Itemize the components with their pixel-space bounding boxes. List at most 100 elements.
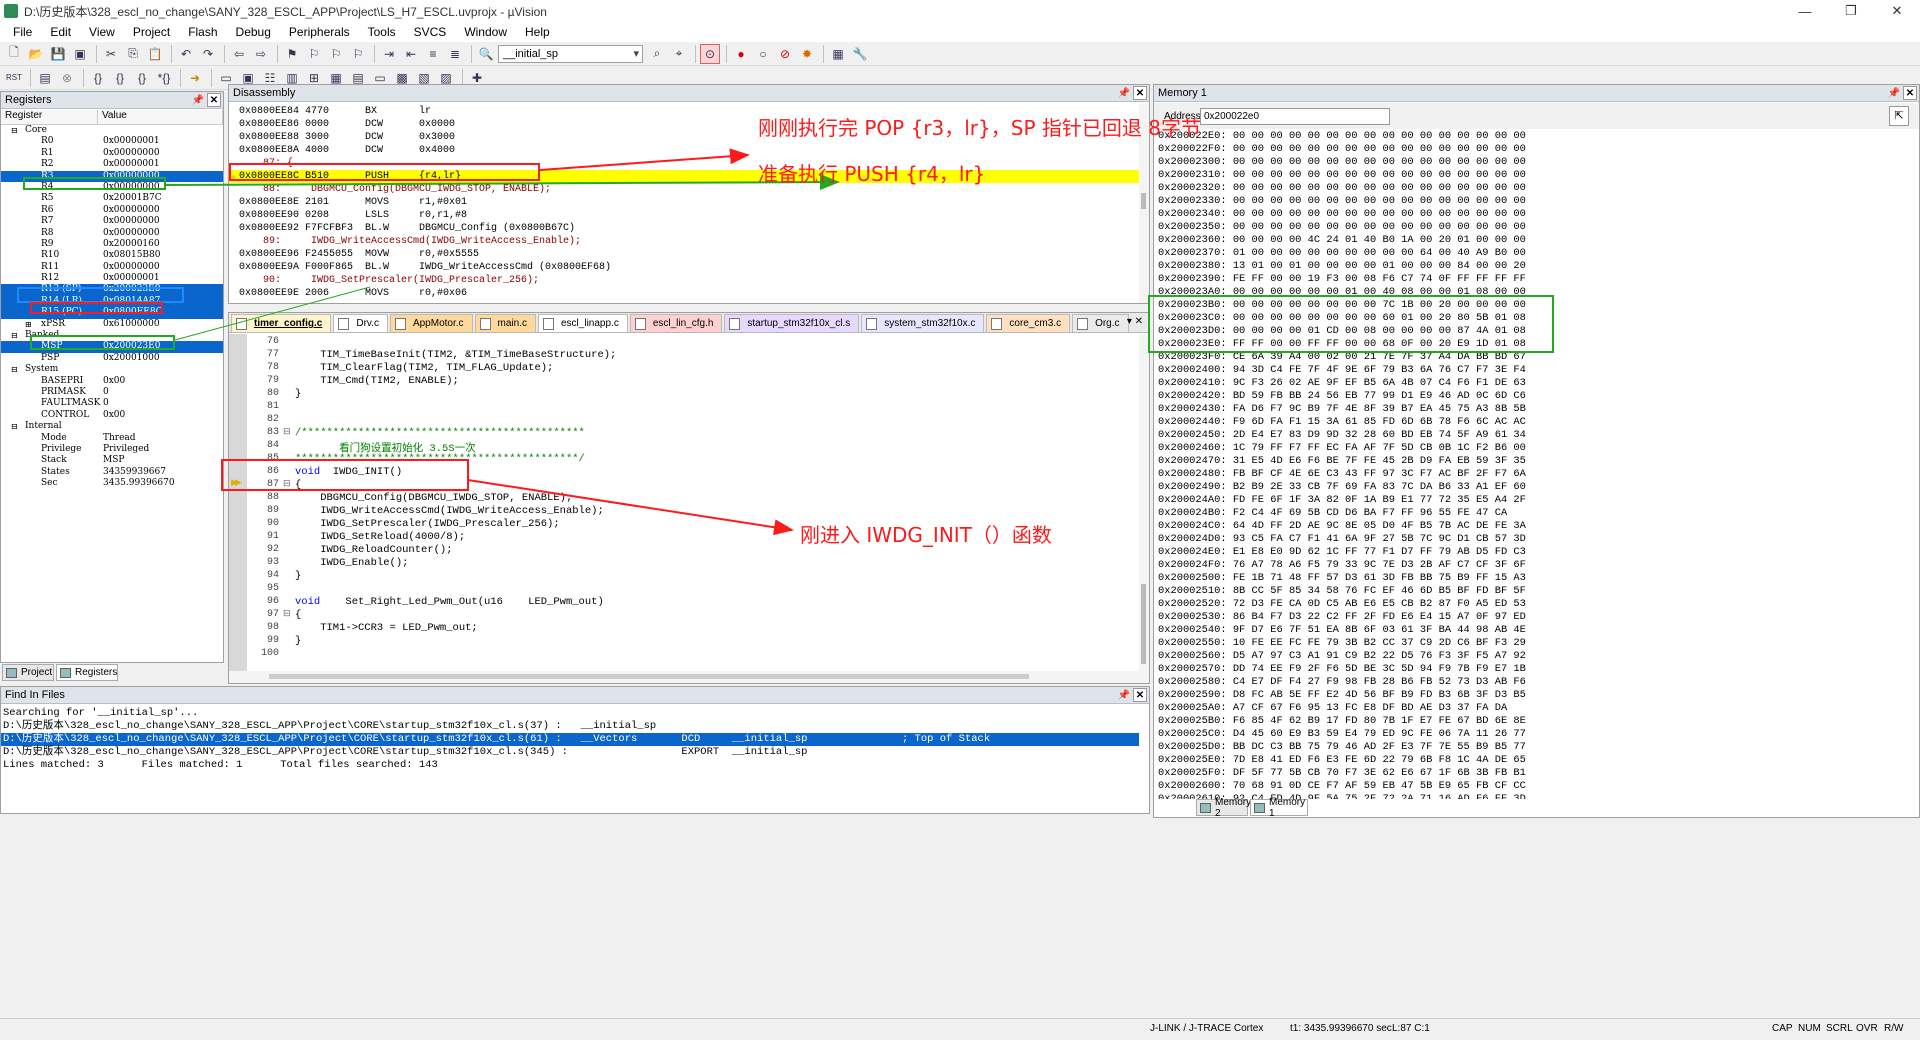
register-value[interactable]: 0x00000001 (103, 159, 160, 170)
register-value[interactable]: 0x20000160 (103, 239, 160, 250)
code-line[interactable]: } (295, 635, 301, 647)
menu-project[interactable]: Project (124, 25, 179, 39)
memory-row[interactable]: 0x20002330: 00 00 00 00 00 00 00 00 00 0… (1158, 195, 1526, 208)
disassembly-line[interactable]: 0x0800EE96 F2455055 MOVW r0,#0x5555 (239, 248, 479, 261)
memory-row[interactable]: 0x20002420: BD 59 FB BB 24 56 EB 77 99 D… (1158, 390, 1526, 403)
memory-row[interactable]: 0x20002340: 00 00 00 00 00 00 00 00 00 0… (1158, 208, 1526, 221)
register-value[interactable]: 0x00000001 (103, 136, 160, 147)
memory-row[interactable]: 0x20002310: 00 00 00 00 00 00 00 00 00 0… (1158, 169, 1526, 182)
register-row[interactable]: R1 0x00000000 (1, 148, 223, 159)
register-group-internal[interactable]: ⊟ Internal (1, 421, 223, 432)
register-row[interactable]: R11 0x00000000 (1, 262, 223, 273)
disassembly-line[interactable]: 0x0800EE8A 4000 DCW 0x4000 (239, 144, 455, 157)
menu-peripherals[interactable]: Peripherals (280, 25, 359, 39)
memory-row[interactable]: 0x200025A0: A7 CF 67 F6 95 13 FC E8 DF B… (1158, 702, 1507, 715)
fold-icon[interactable]: ⊟ (283, 426, 291, 437)
code-line[interactable]: } (295, 388, 301, 400)
find-close-icon[interactable]: ✕ (1133, 688, 1147, 702)
register-value[interactable]: 34359939667 (103, 467, 166, 478)
run-to-cursor-icon[interactable]: *{} (154, 68, 174, 88)
code-line[interactable]: TIM_TimeBaseInit(TIM2, &TIM_TimeBaseStru… (295, 349, 616, 361)
editor-tab[interactable]: Org.c (1072, 314, 1129, 332)
menu-help[interactable]: Help (516, 25, 559, 39)
bookmark-next-icon[interactable]: ⚐ (326, 44, 346, 64)
memory-row[interactable]: 0x20002360: 00 00 00 00 4C 24 01 40 B0 1… (1158, 234, 1526, 247)
memory-row[interactable]: 0x20002430: FA D6 F7 9C B9 7F 4E 8F 39 B… (1158, 403, 1526, 416)
menu-flash[interactable]: Flash (179, 25, 226, 39)
new-file-icon[interactable]: 🗋 (4, 44, 24, 64)
bookmark-icon[interactable]: ⚑ (282, 44, 302, 64)
expand-icon[interactable]: ⊟ (11, 421, 18, 432)
editor-tab[interactable]: core_cm3.c (986, 314, 1071, 332)
disassembly-line[interactable]: 0x0800EE90 0208 LSLS r0,r1,#8 (239, 209, 467, 222)
code-line[interactable]: IWDG_SetReload(4000/8); (295, 531, 465, 543)
code-line[interactable]: IWDG_ReloadCounter(); (295, 544, 452, 556)
undo-icon[interactable]: ↶ (176, 44, 196, 64)
memory-row[interactable]: 0x200025B0: F6 85 4F 62 B9 17 FD 80 7B 1… (1158, 715, 1526, 728)
register-row[interactable]: PRIMASK 0 (1, 387, 223, 398)
fold-icon[interactable]: ⊟ (283, 608, 291, 619)
register-row[interactable]: Privilege Privileged (1, 444, 223, 455)
code-line[interactable]: IWDG_WriteAccessCmd(IWDG_WriteAccess_Ena… (295, 505, 604, 517)
find-result-line[interactable]: Searching for '__initial_sp'... (3, 707, 198, 720)
disassembly-line[interactable]: 88: DBGMCU_Config(DBGMCU_IWDG_STOP, ENAB… (239, 183, 551, 196)
register-value[interactable]: 0x00000000 (103, 148, 160, 159)
register-row[interactable]: FAULTMASK 0 (1, 398, 223, 409)
register-value[interactable]: MSP (103, 455, 124, 466)
copy-icon[interactable]: ⎘ (123, 44, 143, 64)
memory-row[interactable]: 0x20002460: 1C 79 FF F7 FF EC FA AF 7F 5… (1158, 442, 1526, 455)
uncomment-icon[interactable]: ≣ (445, 44, 465, 64)
memory-row[interactable]: 0x200024D0: 93 C5 FA C7 F1 41 6A 9F 27 5… (1158, 533, 1526, 546)
find-result-line[interactable]: D:\历史版本\328_escl_no_change\SANY_328_ESCL… (3, 746, 807, 759)
address-input[interactable]: 0x200022e0 (1200, 108, 1390, 125)
nav-forward-icon[interactable]: ⇨ (251, 44, 271, 64)
editor-tab[interactable]: timer_config.c (231, 314, 332, 332)
editor-vertical-scrollbar[interactable] (1139, 334, 1149, 671)
paste-icon[interactable]: 📋 (145, 44, 165, 64)
breakpoint-icon[interactable]: ● (731, 44, 751, 64)
menu-window[interactable]: Window (455, 25, 516, 39)
register-row[interactable]: R12 0x00000001 (1, 273, 223, 284)
memory-row[interactable]: 0x200024E0: E1 E8 E0 9D 62 1C FF 77 F1 D… (1158, 546, 1526, 559)
register-row[interactable]: R10 0x08015B80 (1, 250, 223, 261)
memory-row[interactable]: 0x20002560: D5 A7 97 C3 A1 91 C9 B2 22 D… (1158, 650, 1526, 663)
memory-row[interactable]: 0x20002410: 9C F3 26 02 AE 9F EF B5 6A 4… (1158, 377, 1526, 390)
debug-session-icon[interactable]: ⊙ (700, 43, 720, 64)
disassembly-line[interactable]: 0x0800EE8E 2101 MOVS r1,#0x01 (239, 196, 467, 209)
register-group-system[interactable]: ⊟ System (1, 364, 223, 375)
memory-dump[interactable]: 0x200022E0: 00 00 00 00 00 00 00 00 00 0… (1154, 129, 1919, 799)
register-value[interactable]: 0x00000000 (103, 216, 160, 227)
code-line[interactable]: { (295, 609, 301, 621)
code-line[interactable]: void Set_Right_Led_Pwm_Out(u16 LED_Pwm_o… (295, 596, 604, 608)
find-pin-icon[interactable]: 📌 (1117, 688, 1131, 702)
memory-close-icon[interactable]: ✕ (1903, 86, 1917, 100)
register-group-core[interactable]: ⊟ Core (1, 125, 223, 136)
register-value[interactable]: 0 (103, 398, 109, 409)
register-value[interactable]: 0x00000000 (103, 262, 160, 273)
step-over-icon[interactable]: {} (110, 68, 130, 88)
memory-pin-icon[interactable]: 📌 (1887, 86, 1901, 100)
code-line[interactable]: TIM_ClearFlag(TIM2, TIM_FLAG_Update); (295, 362, 553, 374)
memory-row[interactable]: 0x20002370: 01 00 00 00 00 00 00 00 00 0… (1158, 247, 1526, 260)
save-icon[interactable]: 💾 (48, 44, 68, 64)
indent-icon[interactable]: ⇥ (379, 44, 399, 64)
registers-tab[interactable]: Registers (56, 664, 118, 681)
register-row[interactable]: R0 0x00000001 (1, 136, 223, 147)
memory-row[interactable]: 0x20002380: 13 01 00 01 00 00 00 00 01 0… (1158, 260, 1526, 273)
find-result-line[interactable]: D:\历史版本\328_escl_no_change\SANY_328_ESCL… (1, 733, 1139, 746)
register-value[interactable]: Privileged (103, 444, 149, 455)
memory-row[interactable]: 0x200024F0: 76 A7 78 A6 F5 79 33 9C 7E D… (1158, 559, 1526, 572)
project-tab[interactable]: Project (2, 664, 54, 681)
register-row[interactable]: PSP 0x20001000 (1, 353, 223, 364)
restore-icon[interactable]: ❐ (1828, 0, 1874, 22)
register-column-header[interactable]: Register (1, 110, 98, 124)
disassembly-line[interactable]: 0x0800EE9E 2006 MOVS r0,#0x06 (239, 287, 467, 300)
register-value[interactable]: 0x08015B80 (103, 250, 161, 261)
register-value[interactable]: 0x61000000 (103, 319, 160, 330)
editor-horizontal-scrollbar[interactable] (229, 671, 1149, 683)
disassembly-line[interactable]: 90: IWDG_SetPrescaler(IWDG_Prescaler_256… (239, 274, 539, 287)
register-row[interactable]: R2 0x00000001 (1, 159, 223, 170)
memory-lock-icon[interactable]: ⇱ (1889, 106, 1909, 126)
memory-row[interactable]: 0x20002580: C4 E7 DF F4 27 F9 98 FB 28 B… (1158, 676, 1526, 689)
editor-tab[interactable]: Drv.c (333, 314, 388, 332)
